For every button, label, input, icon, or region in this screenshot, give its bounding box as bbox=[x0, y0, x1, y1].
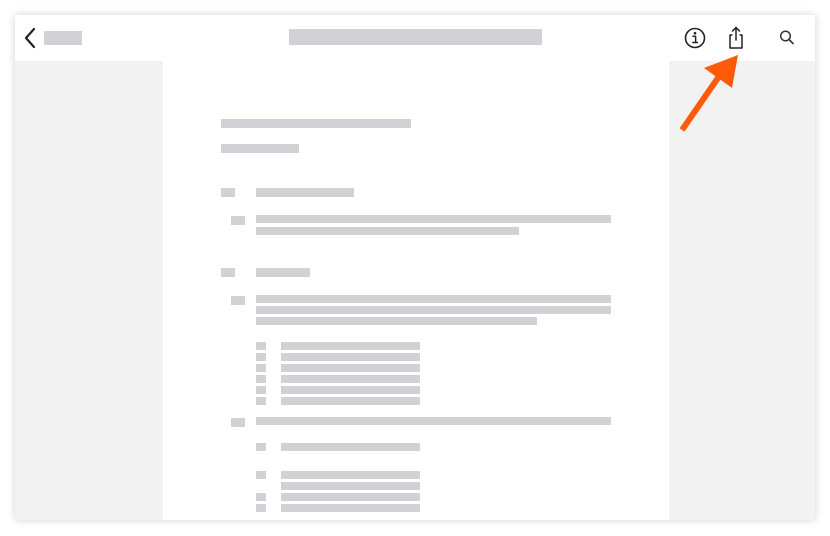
top-navigation-bar bbox=[15, 15, 815, 61]
share-button[interactable] bbox=[722, 24, 750, 52]
back-label-redacted bbox=[44, 31, 82, 45]
list-item-redacted bbox=[281, 364, 420, 372]
chevron-left-icon bbox=[24, 27, 36, 49]
app-window bbox=[15, 15, 815, 520]
list-item-redacted bbox=[281, 443, 420, 451]
list-bullet-redacted bbox=[256, 375, 266, 383]
list-bullet-redacted bbox=[256, 493, 266, 501]
document-page[interactable] bbox=[163, 61, 669, 520]
list-bullet-redacted bbox=[256, 443, 266, 451]
section-number-redacted bbox=[221, 188, 235, 197]
list-bullet-redacted bbox=[256, 353, 266, 361]
list-bullet-redacted bbox=[256, 471, 266, 479]
list-item-redacted bbox=[281, 342, 420, 350]
list-bullet-redacted bbox=[256, 342, 266, 350]
section-title-redacted bbox=[256, 188, 354, 197]
clause-text-line bbox=[256, 227, 519, 235]
list-item-redacted bbox=[281, 386, 420, 394]
search-button[interactable] bbox=[773, 24, 801, 52]
clause-number-redacted bbox=[231, 216, 245, 225]
clause-text-line bbox=[256, 417, 611, 425]
list-bullet-redacted bbox=[256, 364, 266, 372]
info-circle-icon bbox=[684, 27, 706, 49]
list-item-redacted bbox=[281, 397, 420, 405]
list-item-redacted bbox=[281, 471, 420, 479]
clause-number-redacted bbox=[231, 296, 245, 305]
section-title-redacted bbox=[256, 268, 310, 277]
list-bullet-redacted bbox=[256, 397, 266, 405]
document-heading-redacted bbox=[221, 119, 411, 128]
back-button[interactable] bbox=[23, 25, 83, 51]
document-title-redacted bbox=[289, 29, 542, 45]
clause-text-line bbox=[256, 317, 537, 325]
search-icon bbox=[779, 30, 794, 45]
list-item-redacted bbox=[281, 375, 420, 383]
document-viewer[interactable] bbox=[15, 61, 815, 520]
list-item-redacted bbox=[281, 504, 420, 512]
share-icon bbox=[729, 26, 743, 49]
list-item-redacted bbox=[281, 353, 420, 361]
info-button[interactable] bbox=[681, 24, 709, 52]
clause-text-line bbox=[256, 295, 611, 303]
clause-number-redacted bbox=[231, 418, 245, 427]
clause-text-line bbox=[256, 306, 611, 314]
list-item-redacted bbox=[281, 482, 420, 490]
clause-text-line bbox=[256, 215, 611, 223]
list-item-redacted bbox=[281, 493, 420, 501]
document-subheading-redacted bbox=[221, 144, 299, 153]
list-bullet-redacted bbox=[256, 504, 266, 512]
list-bullet-redacted bbox=[256, 386, 266, 394]
section-number-redacted bbox=[221, 268, 235, 277]
